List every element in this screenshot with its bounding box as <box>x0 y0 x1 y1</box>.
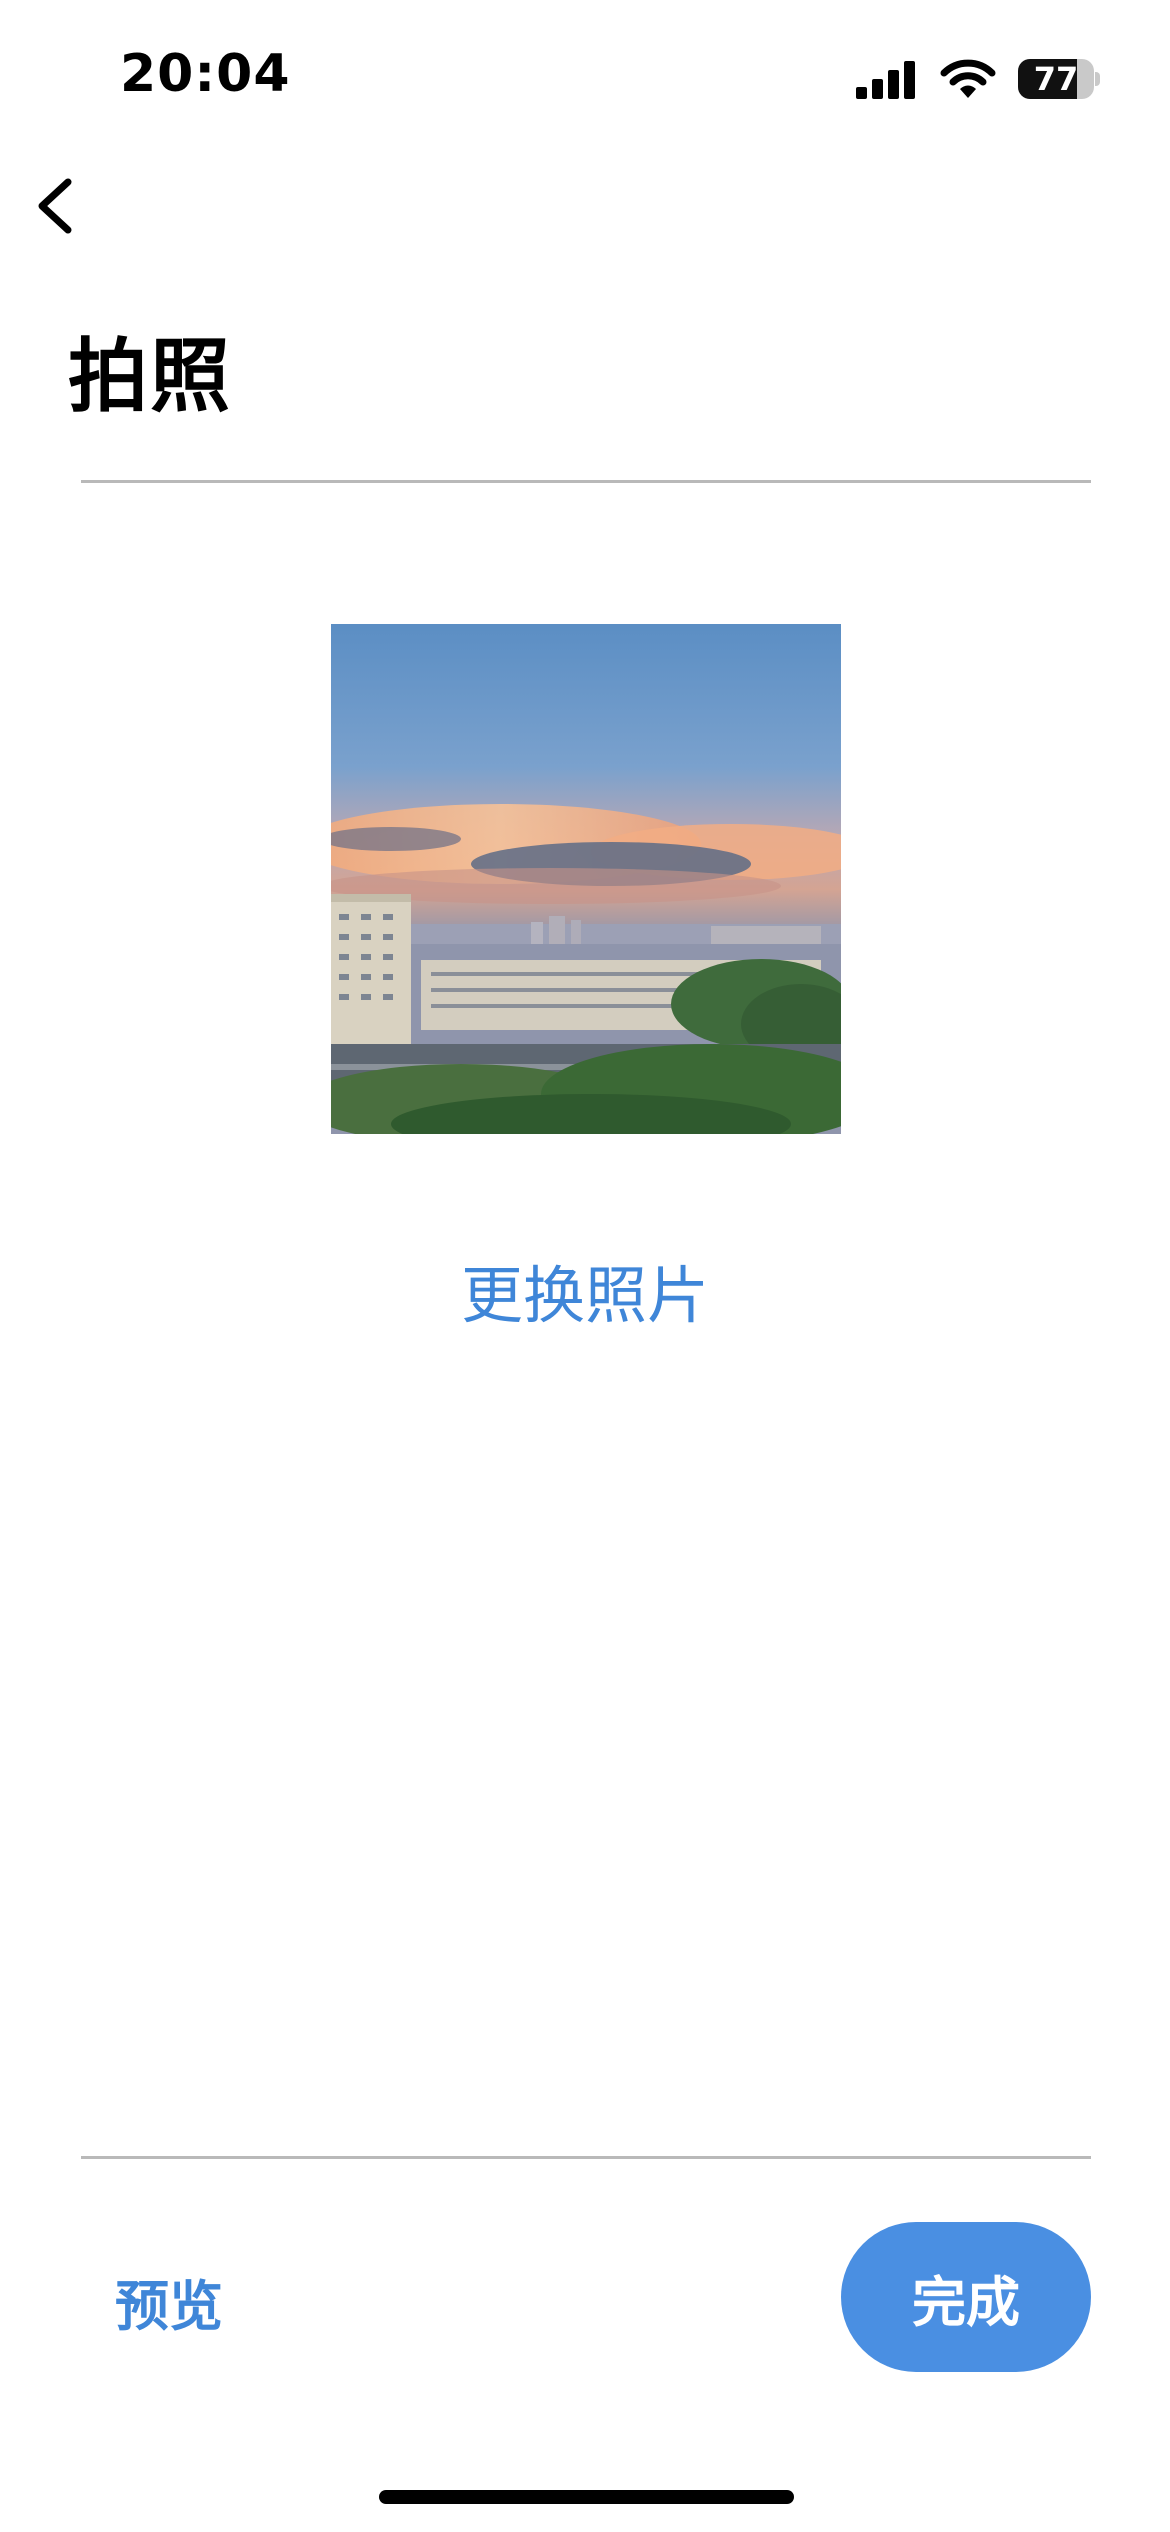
top-divider <box>81 480 1091 483</box>
chevron-left-icon <box>38 178 72 234</box>
home-indicator <box>379 2490 794 2504</box>
battery-percent: 77 <box>1033 60 1079 98</box>
change-photo-button[interactable]: 更换照片 <box>0 1245 1170 1335</box>
status-time: 20:04 <box>120 44 291 104</box>
status-bar: 20:04 77 <box>0 0 1170 150</box>
done-button[interactable]: 完成 <box>841 2222 1091 2372</box>
cellular-signal-icon <box>856 61 915 99</box>
photo-thumbnail <box>331 624 841 1134</box>
back-button[interactable] <box>20 170 90 240</box>
battery-icon: 77 <box>1018 59 1100 99</box>
bottom-divider <box>81 2156 1091 2159</box>
photo-image <box>331 624 841 1134</box>
status-icons: 77 <box>856 56 1100 102</box>
page-title: 拍照 <box>68 330 232 423</box>
preview-button[interactable]: 预览 <box>115 2262 223 2341</box>
wifi-icon <box>940 59 996 98</box>
